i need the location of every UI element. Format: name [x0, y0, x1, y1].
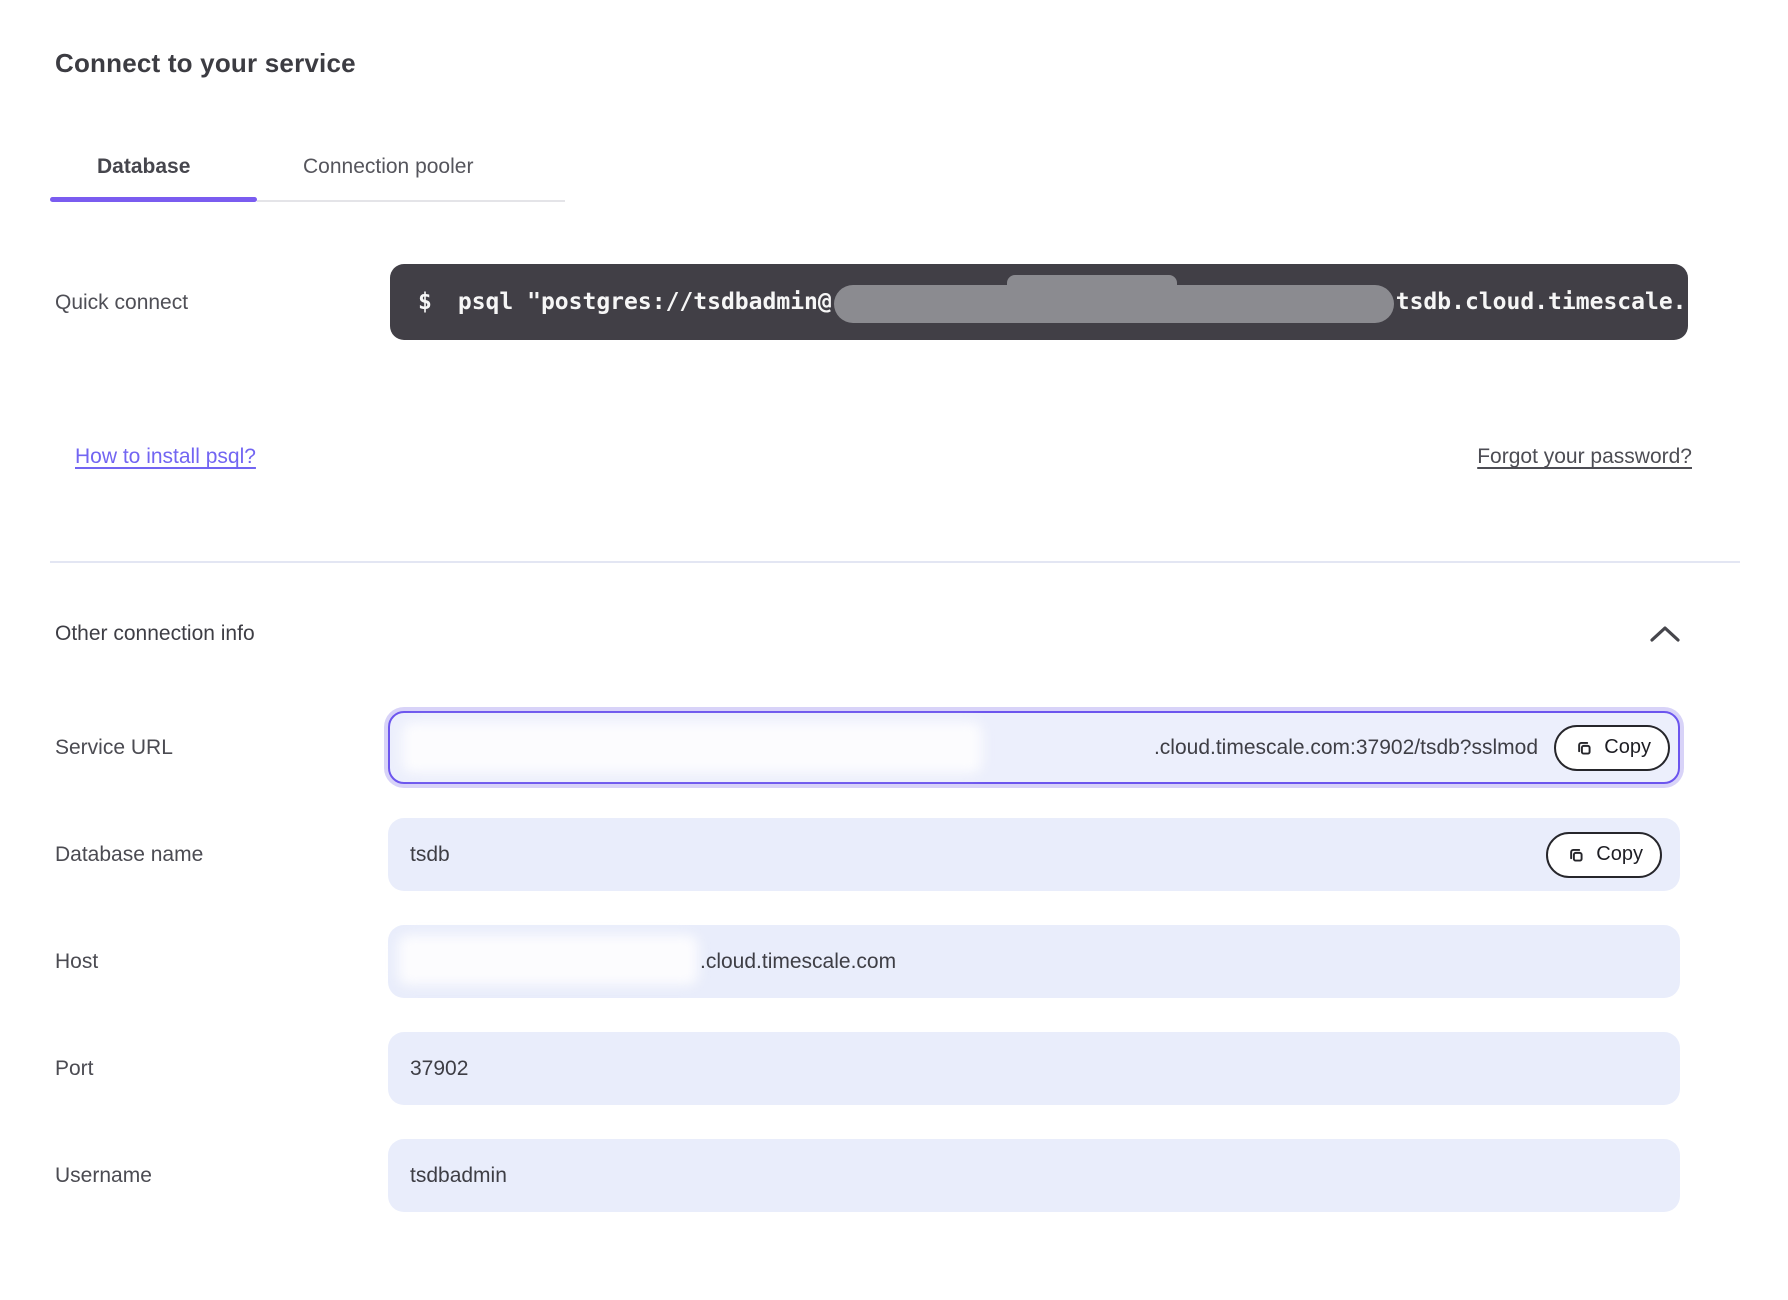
field-value-port: 37902	[410, 1056, 469, 1080]
quick-connect-label: Quick connect	[55, 291, 189, 314]
field-value-username: tsdbadmin	[410, 1163, 507, 1187]
field-label-username: Username	[55, 1164, 152, 1187]
field-port[interactable]: 37902	[388, 1032, 1680, 1105]
redacted-value-blur	[398, 935, 698, 985]
field-label-host: Host	[55, 950, 99, 973]
active-tab-indicator	[50, 197, 257, 202]
forgot-password-link[interactable]: Forgot your password?	[1477, 445, 1692, 469]
shell-prompt: $	[418, 289, 432, 315]
page-title: Connect to your service	[55, 48, 356, 78]
command-suffix: tsdb.cloud.timescale.	[1395, 289, 1687, 315]
tab-track	[257, 200, 565, 202]
field-label-service-url: Service URL	[55, 736, 173, 759]
field-host[interactable]: .cloud.timescale.com	[388, 925, 1680, 998]
other-connection-info-heading: Other connection info	[55, 622, 255, 645]
collapse-section-button[interactable]	[1648, 620, 1682, 648]
copy-icon	[1573, 737, 1595, 759]
redacted-value-blur	[402, 722, 982, 773]
field-username[interactable]: tsdbadmin	[388, 1139, 1680, 1212]
install-psql-link[interactable]: How to install psql?	[75, 445, 256, 469]
copy-button-label: Copy	[1596, 843, 1643, 865]
tab-database[interactable]: Database	[97, 155, 190, 179]
field-label-database-name: Database name	[55, 843, 204, 866]
field-value-service-url: .cloud.timescale.com:37902/tsdb?sslmod	[1153, 735, 1538, 759]
field-database-name[interactable]: tsdb Copy	[388, 818, 1680, 891]
field-value-database-name: tsdb	[410, 842, 450, 866]
field-service-url[interactable]: .cloud.timescale.com:37902/tsdb?sslmod C…	[388, 711, 1680, 784]
tab-connection-pooler[interactable]: Connection pooler	[303, 155, 473, 179]
command-prefix: psql "postgres://tsdbadmin@	[457, 289, 832, 315]
field-label-port: Port	[55, 1057, 94, 1080]
copy-button-label: Copy	[1604, 736, 1651, 758]
chevron-up-icon	[1649, 624, 1681, 644]
copy-service-url-button[interactable]: Copy	[1554, 724, 1670, 771]
copy-icon	[1565, 844, 1587, 866]
copy-database-name-button[interactable]: Copy	[1546, 831, 1662, 878]
section-divider	[50, 561, 1740, 563]
redacted-credentials	[833, 275, 1394, 323]
field-value-host: .cloud.timescale.com	[700, 949, 897, 973]
quick-connect-command[interactable]: $ psql "postgres://tsdbadmin@ tsdb.cloud…	[390, 264, 1688, 340]
